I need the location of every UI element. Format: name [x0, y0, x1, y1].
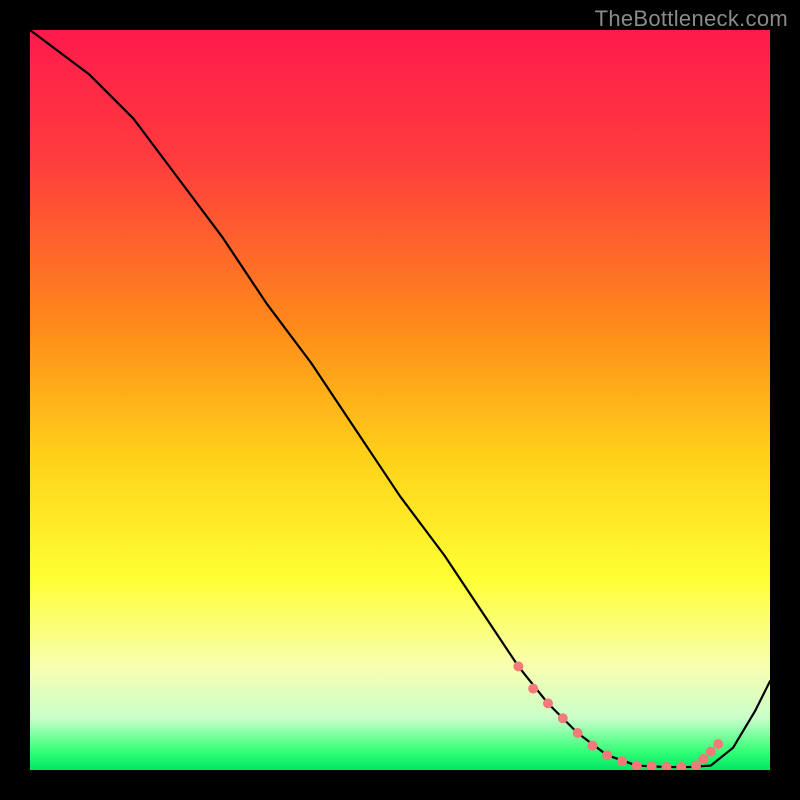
- marker-dot: [698, 754, 708, 764]
- marker-dot: [713, 739, 723, 749]
- marker-dot: [543, 698, 553, 708]
- marker-dot: [573, 728, 583, 738]
- marker-dot: [602, 750, 612, 760]
- marker-dot: [513, 661, 523, 671]
- plot-area: [30, 30, 770, 770]
- plot-svg: [30, 30, 770, 770]
- marker-dot: [558, 713, 568, 723]
- marker-dot: [528, 684, 538, 694]
- marker-dot: [587, 741, 597, 751]
- marker-dot: [706, 747, 716, 757]
- marker-dot: [617, 756, 627, 766]
- gradient-background: [30, 30, 770, 770]
- chart-frame: TheBottleneck.com: [0, 0, 800, 800]
- watermark-text: TheBottleneck.com: [595, 6, 788, 32]
